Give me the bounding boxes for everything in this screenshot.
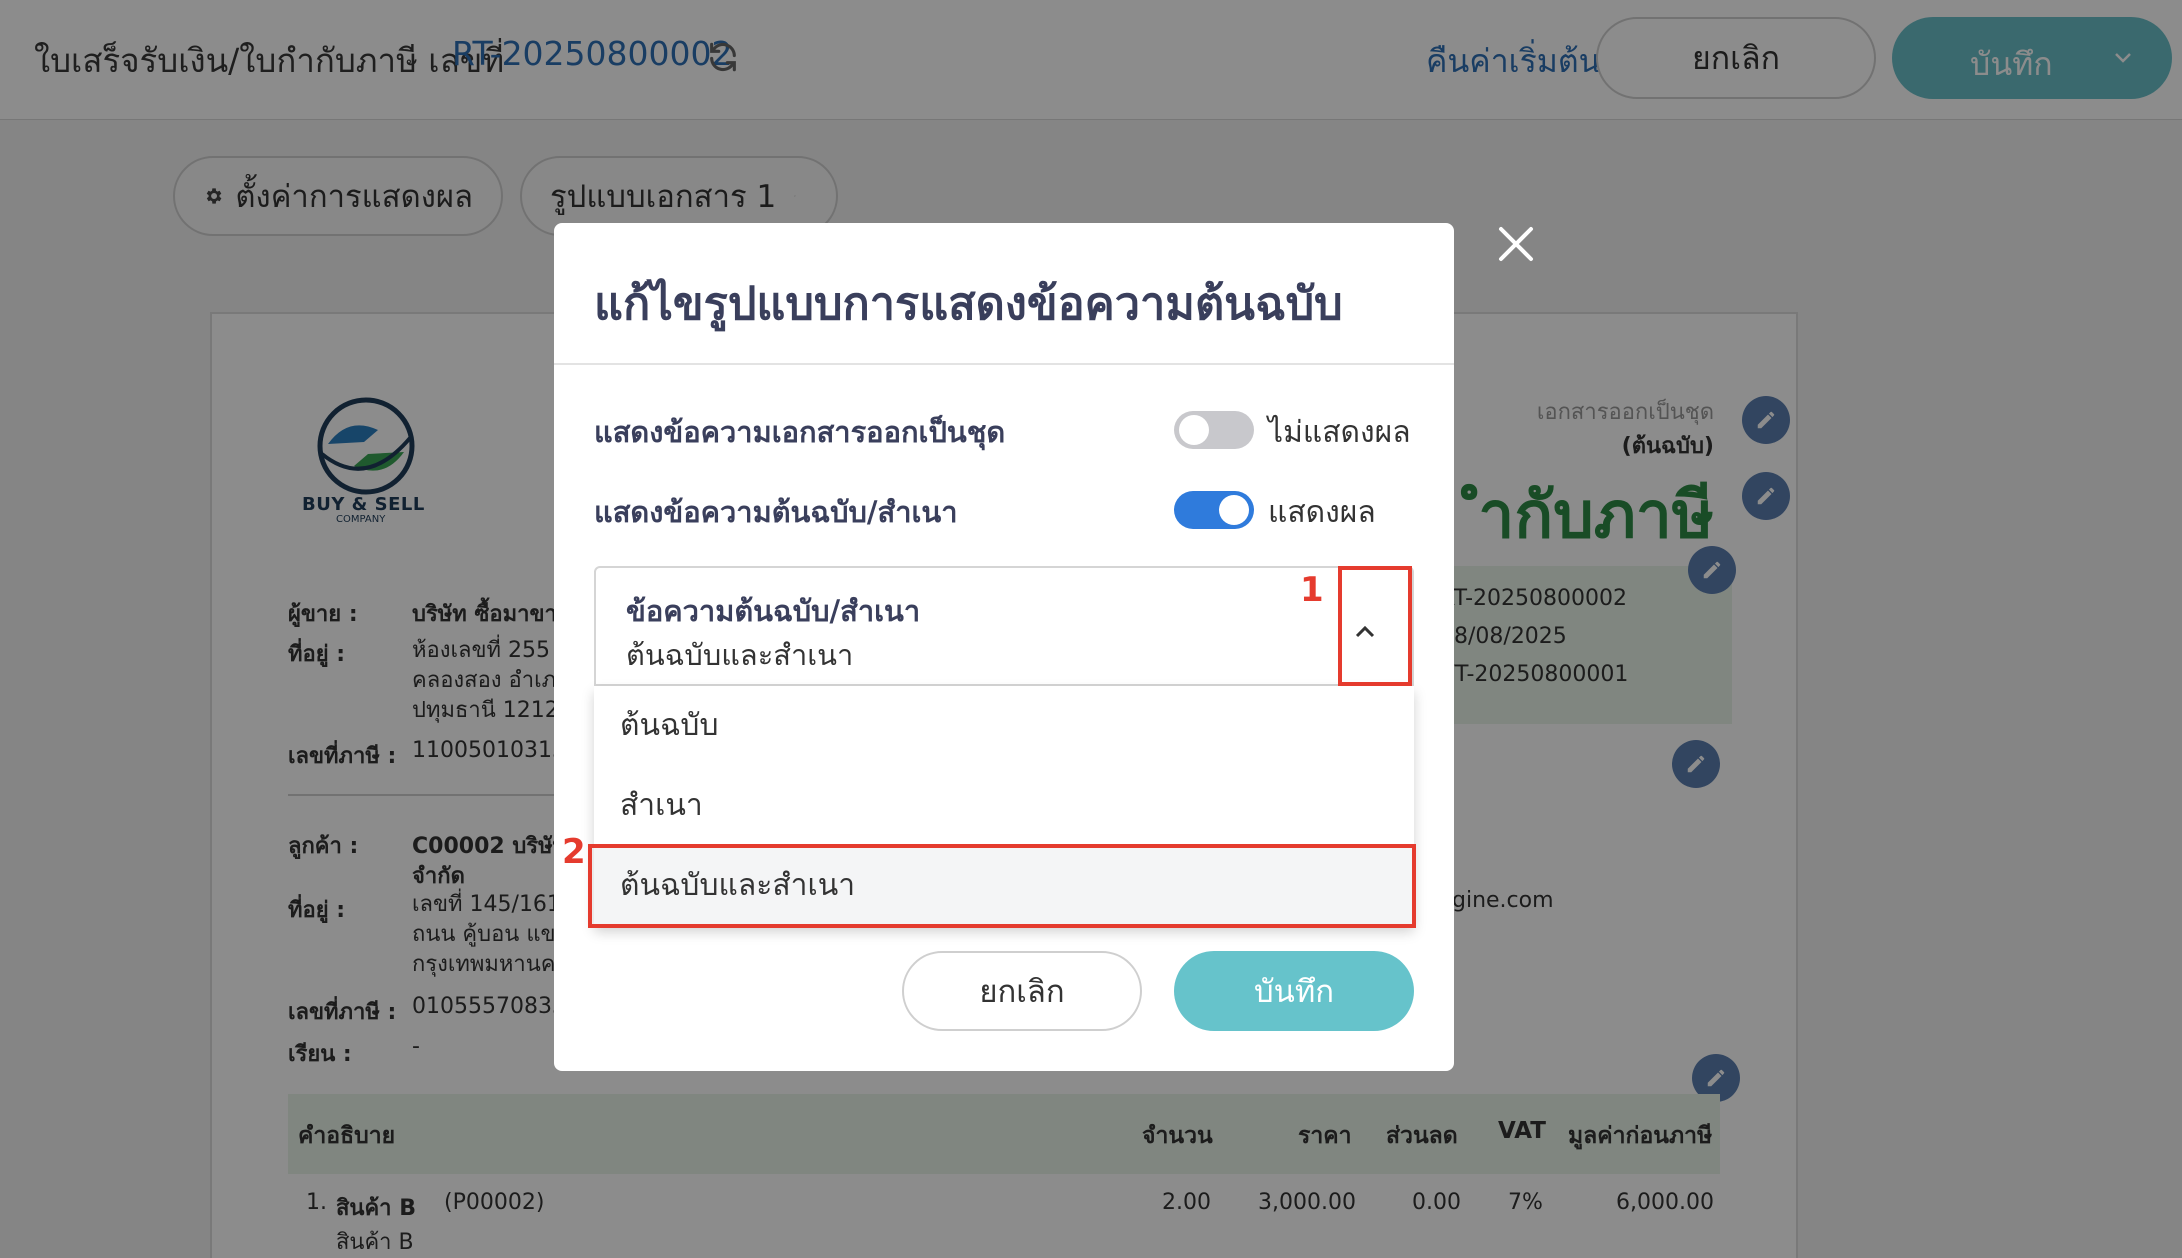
dialog-cancel-button[interactable]: ยกเลิก xyxy=(902,951,1142,1031)
original-copy-select[interactable]: ข้อความต้นฉบับ/สำเนา ต้นฉบับและสำเนา xyxy=(594,566,1414,686)
option-label-doc-set: แสดงข้อความเอกสารออกเป็นชุด xyxy=(594,415,1006,449)
close-icon[interactable] xyxy=(1496,224,1536,264)
step-number-1: 1 xyxy=(1300,570,1324,610)
toggle-knob xyxy=(1219,495,1249,525)
dialog-title: แก้ไขรูปแบบการแสดงข้อความต้นฉบับ xyxy=(594,277,1343,330)
step-number-2: 2 xyxy=(562,832,586,872)
toggle-state-original-copy: แสดงผล xyxy=(1268,495,1376,530)
dialog-divider xyxy=(554,363,1454,365)
select-value: ต้นฉบับและสำเนา xyxy=(626,638,854,672)
step-2-highlight xyxy=(588,844,1416,928)
select-label: ข้อความต้นฉบับ/สำเนา xyxy=(626,594,921,628)
toggle-knob xyxy=(1179,415,1209,445)
edit-original-text-dialog: แก้ไขรูปแบบการแสดงข้อความต้นฉบับ แสดงข้อ… xyxy=(554,223,1454,1071)
option-label-original-copy: แสดงข้อความต้นฉบับ/สำเนา xyxy=(594,495,958,529)
option-copy[interactable]: สำเนา xyxy=(594,766,1414,846)
dialog-save-button[interactable]: บันทึก xyxy=(1174,951,1414,1031)
toggle-state-doc-set: ไม่แสดงผล xyxy=(1268,415,1411,450)
step-1-highlight xyxy=(1338,566,1412,686)
toggle-doc-set[interactable] xyxy=(1174,411,1254,449)
option-original[interactable]: ต้นฉบับ xyxy=(594,686,1414,766)
toggle-original-copy[interactable] xyxy=(1174,491,1254,529)
